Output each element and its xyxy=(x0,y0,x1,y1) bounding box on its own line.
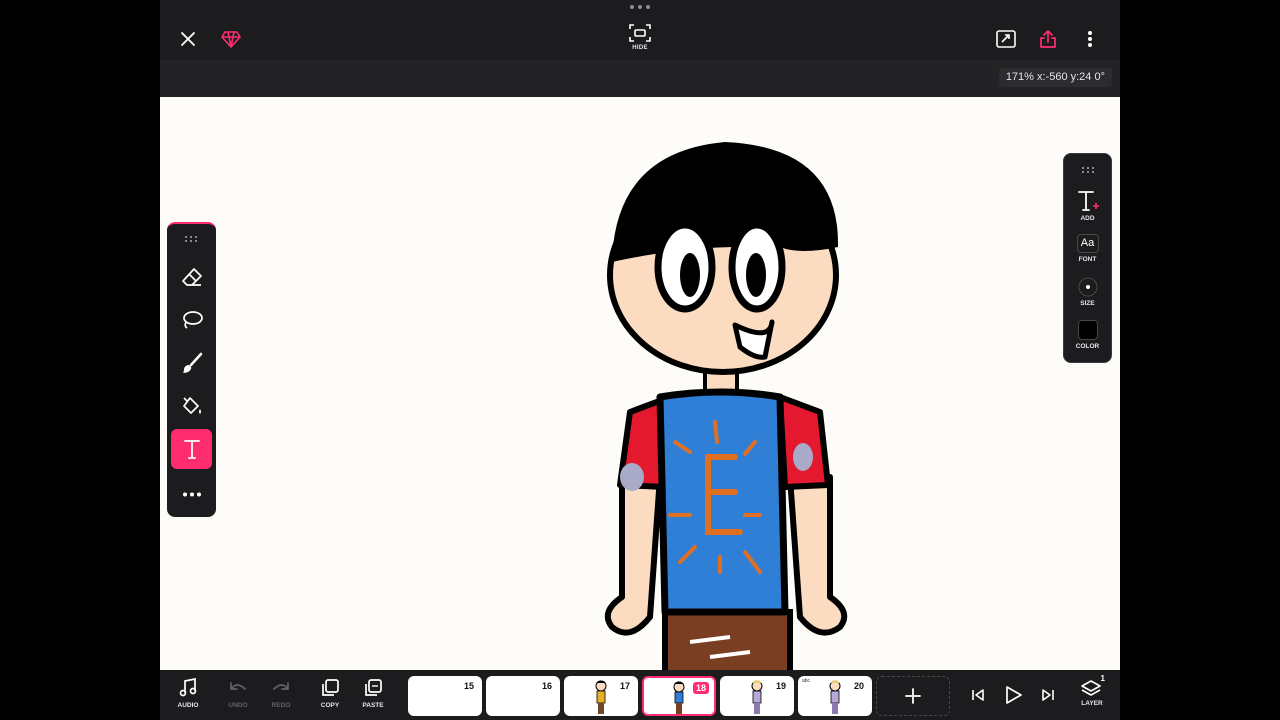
layer-count: 1 xyxy=(1100,674,1105,683)
add-text-icon xyxy=(1077,191,1099,211)
redo-button[interactable]: REDO xyxy=(263,678,299,714)
frame-thumbnail-16[interactable]: 16 xyxy=(486,676,560,716)
last-frame-button[interactable] xyxy=(1038,684,1058,706)
size-dot-icon xyxy=(1078,277,1097,297)
copy-frame-button[interactable]: COPY xyxy=(312,678,348,714)
redo-label: REDO xyxy=(271,702,291,709)
frame-thumbnail-18[interactable]: 18 xyxy=(642,676,716,716)
frame-thumbnail-19[interactable]: 19 xyxy=(720,676,794,716)
frame-number: 16 xyxy=(541,681,552,691)
panel-grabber-icon[interactable] xyxy=(185,236,197,242)
hide-ui-icon xyxy=(629,24,651,42)
copy-icon xyxy=(322,679,339,696)
layers-button[interactable]: 1 LAYER xyxy=(1074,674,1110,714)
premium-button[interactable] xyxy=(219,26,243,52)
lasso-tool[interactable] xyxy=(171,300,212,340)
layer-label: LAYER xyxy=(1081,700,1103,707)
undo-button[interactable]: UNDO xyxy=(220,678,256,714)
eraser-tool[interactable] xyxy=(171,257,212,297)
copy-label: COPY xyxy=(320,702,340,709)
font-button[interactable]: Aa FONT xyxy=(1064,234,1111,263)
add-text-label: ADD xyxy=(1080,215,1095,222)
toolbar-grabber[interactable] xyxy=(630,5,650,11)
skip-forward-icon xyxy=(1042,689,1054,701)
size-label: SIZE xyxy=(1080,300,1095,307)
undo-icon xyxy=(230,682,246,690)
hide-ui-button[interactable]: HIDE xyxy=(620,24,660,58)
frame-number: 17 xyxy=(619,681,630,691)
add-text-button[interactable]: ADD xyxy=(1064,190,1111,222)
play-icon xyxy=(1006,686,1022,704)
color-label: COLOR xyxy=(1075,343,1100,350)
text-color-button[interactable]: COLOR xyxy=(1064,320,1111,350)
audio-button[interactable]: AUDIO xyxy=(170,678,206,714)
more-tools-button[interactable] xyxy=(171,474,212,514)
fit-screen-icon xyxy=(996,30,1016,48)
frame-number: 15 xyxy=(463,681,474,691)
redo-icon xyxy=(273,682,289,690)
text-icon xyxy=(183,440,200,459)
paste-icon xyxy=(365,679,382,696)
paste-label: PASTE xyxy=(362,702,384,709)
hide-label: HIDE xyxy=(632,45,648,51)
close-icon xyxy=(181,32,195,46)
audio-label: AUDIO xyxy=(177,702,199,709)
more-menu-button[interactable] xyxy=(1080,26,1100,52)
music-note-icon xyxy=(179,678,197,697)
fill-tool[interactable] xyxy=(171,386,212,426)
play-button[interactable] xyxy=(1000,682,1026,708)
paste-frame-button[interactable]: PASTE xyxy=(355,678,391,714)
close-button[interactable] xyxy=(176,26,200,52)
status-bar xyxy=(160,60,1120,97)
text-tool[interactable] xyxy=(171,429,212,469)
timeline-bar: AUDIO UNDO REDO COPY PASTE 15 16 17 18 1… xyxy=(160,670,1120,720)
add-frame-button[interactable] xyxy=(876,676,950,716)
frame-number: 18 xyxy=(692,682,709,694)
diamond-icon xyxy=(221,31,241,48)
drawing-tools-panel xyxy=(167,222,216,517)
frame-number: 20 xyxy=(853,681,864,691)
lasso-icon xyxy=(182,311,203,329)
brush-tool[interactable] xyxy=(171,343,212,383)
layers-icon-wrap: 1 xyxy=(1081,674,1105,698)
text-options-panel: ADD Aa FONT SIZE COLOR xyxy=(1063,153,1112,363)
eraser-icon xyxy=(181,268,202,286)
layers-icon xyxy=(1081,680,1101,696)
more-vertical-icon xyxy=(1088,31,1092,47)
text-size-button[interactable]: SIZE xyxy=(1064,277,1111,307)
frame-thumbnail-15[interactable]: 15 xyxy=(408,676,482,716)
character-drawing xyxy=(604,142,848,670)
panel-grabber-icon[interactable] xyxy=(1082,167,1094,173)
plus-icon xyxy=(905,688,921,704)
skip-back-icon xyxy=(972,689,984,701)
more-horizontal-icon xyxy=(182,492,201,496)
first-frame-button[interactable] xyxy=(968,684,988,706)
paint-bucket-icon xyxy=(182,397,201,414)
zoom-position-readout: 171% x:-560 y:24 0° xyxy=(998,68,1112,87)
flipaclip-app: HIDE 171% x:-560 y:24 0° ADD Aa FONT SIZ… xyxy=(160,0,1120,720)
top-toolbar: HIDE xyxy=(160,0,1120,60)
color-swatch xyxy=(1077,320,1098,340)
font-glyph: Aa xyxy=(1076,234,1099,253)
frame-number: 19 xyxy=(775,681,786,691)
undo-label: UNDO xyxy=(228,702,248,709)
drawing-canvas[interactable] xyxy=(160,97,1120,670)
brush-icon xyxy=(182,352,202,373)
frame-thumbnail-17[interactable]: 17 xyxy=(564,676,638,716)
fit-canvas-button[interactable] xyxy=(994,27,1018,51)
share-button[interactable] xyxy=(1036,26,1060,52)
font-label: FONT xyxy=(1078,256,1097,263)
share-icon xyxy=(1040,30,1056,48)
frame-thumbnail-20[interactable]: abc 20 xyxy=(798,676,872,716)
